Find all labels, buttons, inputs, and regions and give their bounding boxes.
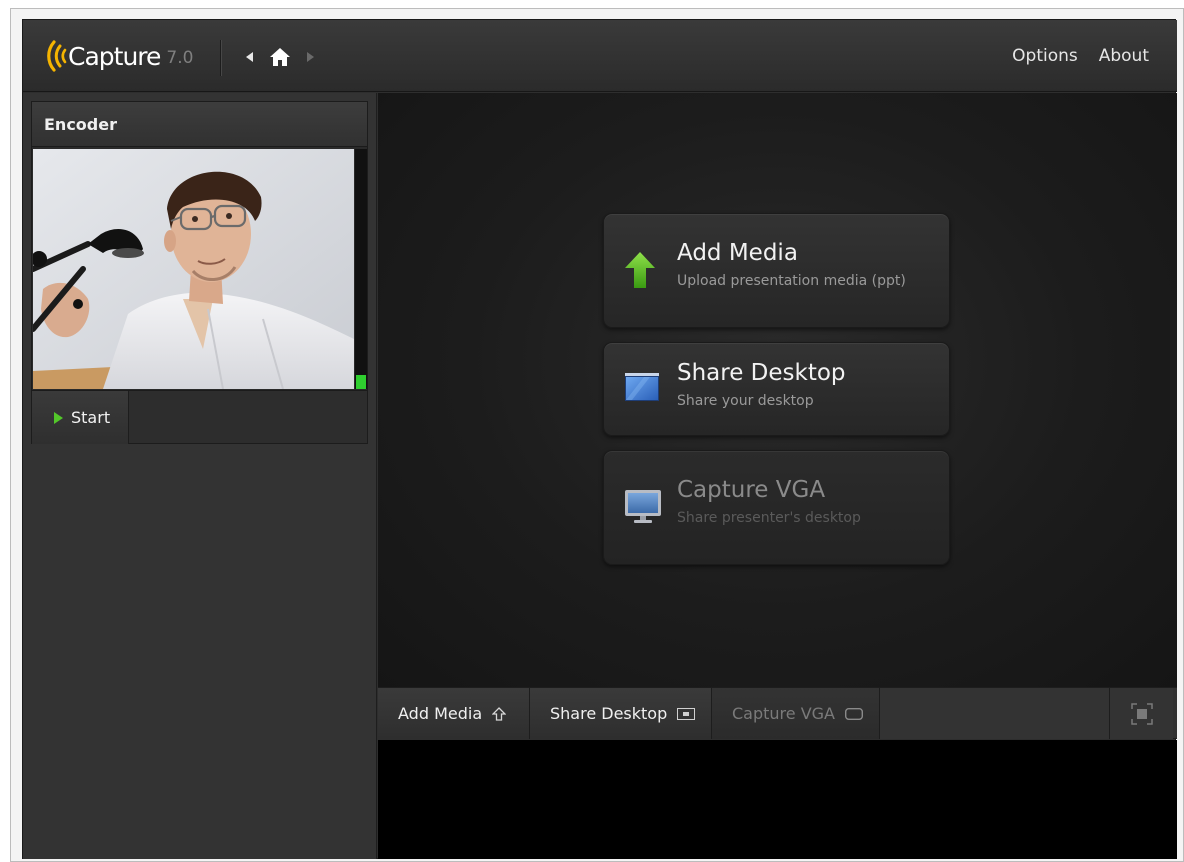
monitor-outline-icon bbox=[845, 707, 863, 720]
header-links: Options About bbox=[991, 46, 1149, 66]
share-desktop-subtitle: Share your desktop bbox=[677, 393, 814, 409]
monitor-icon bbox=[625, 490, 661, 523]
start-button[interactable]: Start bbox=[32, 391, 129, 444]
capture-app: Capture 7.0 Options About Encoder Start … bbox=[22, 19, 1177, 859]
desktop-window-icon bbox=[625, 373, 659, 401]
header-divider bbox=[220, 40, 221, 76]
video-preview bbox=[33, 149, 354, 389]
encoder-controls: Start bbox=[32, 390, 367, 444]
bottom-content-area bbox=[378, 740, 1177, 859]
options-link[interactable]: Options bbox=[1012, 46, 1078, 66]
audio-level-meter bbox=[355, 149, 367, 389]
home-button[interactable] bbox=[269, 46, 291, 68]
app-version: 7.0 bbox=[166, 48, 194, 68]
upload-outline-icon bbox=[492, 706, 507, 721]
tab-share-desktop-label: Share Desktop bbox=[550, 704, 668, 723]
main-area: Add Media Upload presentation media (ppt… bbox=[378, 93, 1177, 687]
capture-vga-subtitle: Share presenter's desktop bbox=[677, 510, 861, 526]
capture-vga-card[interactable]: Capture VGA Share presenter's desktop bbox=[603, 450, 950, 565]
tab-add-media-label: Add Media bbox=[398, 704, 483, 723]
add-media-card[interactable]: Add Media Upload presentation media (ppt… bbox=[603, 213, 950, 328]
window-icon bbox=[677, 707, 696, 720]
capture-vga-title: Capture VGA bbox=[677, 477, 826, 503]
tab-capture-vga[interactable]: Capture VGA bbox=[712, 688, 880, 739]
fullscreen-button[interactable] bbox=[1110, 688, 1173, 739]
app-logo: Capture 7.0 bbox=[45, 36, 193, 76]
tab-capture-vga-label: Capture VGA bbox=[732, 704, 835, 723]
about-link[interactable]: About bbox=[1099, 46, 1149, 66]
encoder-panel: Encoder Start bbox=[31, 101, 368, 444]
app-header: Capture 7.0 Options About bbox=[23, 20, 1177, 92]
start-label: Start bbox=[71, 408, 111, 427]
add-media-subtitle: Upload presentation media (ppt) bbox=[677, 273, 906, 289]
sidebar: Encoder Start bbox=[23, 93, 377, 859]
share-desktop-card[interactable]: Share Desktop Share your desktop bbox=[603, 342, 950, 436]
play-icon bbox=[54, 411, 63, 424]
encoder-title: Encoder bbox=[32, 102, 367, 147]
presenter-video-frame bbox=[33, 149, 354, 389]
broadcast-waves-icon bbox=[47, 40, 67, 72]
forward-button[interactable] bbox=[299, 46, 321, 68]
toolbar-spacer bbox=[880, 688, 1110, 739]
bottom-toolbar: Add Media Share Desktop Capture VGA bbox=[378, 687, 1177, 739]
app-name: Capture bbox=[68, 41, 161, 71]
tab-share-desktop[interactable]: Share Desktop bbox=[530, 688, 712, 739]
audio-level-fill bbox=[356, 375, 366, 389]
home-icon bbox=[270, 48, 290, 66]
add-media-title: Add Media bbox=[677, 240, 798, 266]
share-desktop-title: Share Desktop bbox=[677, 360, 846, 386]
navigation bbox=[239, 46, 329, 68]
tab-add-media[interactable]: Add Media bbox=[378, 688, 530, 739]
upload-arrow-icon bbox=[625, 252, 655, 288]
arrow-right-icon bbox=[307, 52, 314, 62]
back-button[interactable] bbox=[239, 46, 261, 68]
fullscreen-icon bbox=[1130, 702, 1153, 725]
arrow-left-icon bbox=[246, 52, 253, 62]
